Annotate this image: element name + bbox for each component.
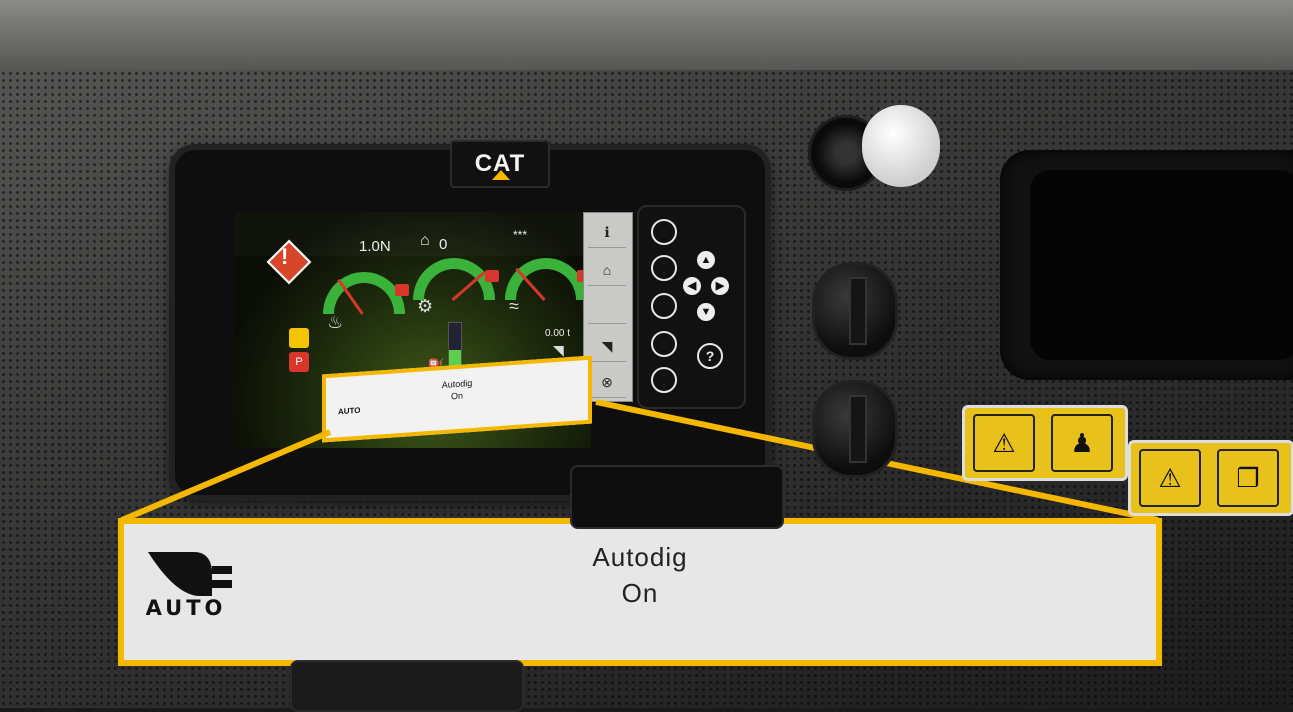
keypad-button-3[interactable]: [651, 293, 677, 319]
cab-top-trim: [0, 0, 1293, 70]
arrow-right-icon[interactable]: ▶: [711, 277, 729, 295]
info-softkey[interactable]: ℹ: [588, 217, 626, 248]
cancel-icon: ⊗: [601, 373, 613, 390]
banner-small-icon: AUTO: [338, 405, 361, 417]
arrow-down-icon[interactable]: ▼: [697, 303, 715, 321]
storage-cavity: [1030, 170, 1293, 360]
hydraulic-temp-icon: ≈: [509, 296, 519, 316]
knob-slot: [849, 277, 867, 345]
payload-value: 0.00 t: [545, 328, 571, 339]
stars-indicator: ***: [513, 228, 528, 242]
engine-rpm-icon: ⌂: [420, 232, 430, 249]
manual-book-icon: ❐: [1217, 449, 1279, 507]
cancel-softkey[interactable]: ⊗: [588, 367, 626, 398]
crush-warning-icon: ⚠: [973, 414, 1035, 472]
arrow-left-icon[interactable]: ◀: [683, 277, 701, 295]
safety-decal-2: ⚠ ❐: [1128, 440, 1293, 516]
cat-logo-triangle: [492, 170, 510, 180]
seatbelt-icon: ♟: [1051, 414, 1113, 472]
keypad-button-2[interactable]: [651, 255, 677, 281]
parking-brake-icon: P: [289, 352, 309, 372]
blank-softkey[interactable]: [588, 293, 626, 324]
help-button[interactable]: ?: [697, 343, 723, 369]
cat-logo: CAT: [450, 140, 550, 188]
keypad-button-5[interactable]: [651, 367, 677, 393]
keypad-button-4[interactable]: [651, 331, 677, 357]
coolant-temp-gauge: [323, 272, 405, 314]
knob-slot: [849, 395, 867, 463]
bucket-auto-softkey[interactable]: ◥: [588, 331, 626, 362]
transmission-temp-redzone: [485, 270, 499, 282]
gear-indicator: 1.0N: [359, 238, 391, 255]
bucket-auto-icon: ◥: [601, 337, 613, 354]
brake-icon: [289, 328, 309, 348]
wiper-front-knob[interactable]: [812, 262, 898, 360]
keypad-button-1[interactable]: [651, 219, 677, 245]
callout-title: Autodig: [592, 542, 688, 572]
monitor-keypad: ▲ ◀ ▶ ▼ ?: [637, 205, 746, 409]
lower-switch-panel: [570, 465, 784, 529]
engine-softkey[interactable]: ⌂: [588, 255, 626, 286]
wiper-rear-knob[interactable]: [812, 380, 898, 478]
transmission-temp-gauge: [413, 258, 495, 300]
info-icon: ℹ: [604, 223, 610, 240]
engine-icon: ⌂: [602, 262, 612, 278]
warning-triangle-icon: ⚠: [1139, 449, 1201, 507]
callout-state: On: [621, 578, 659, 608]
rpm-value: 0: [439, 236, 448, 253]
coolant-temp-redzone: [395, 284, 409, 296]
warning-mark-icon: !: [281, 244, 289, 269]
bottom-switch-panel: [290, 660, 524, 712]
bucket-icon: ◥: [553, 342, 564, 358]
hydraulic-temp-gauge: [505, 258, 587, 300]
coolant-temp-icon: ♨: [327, 312, 344, 332]
throttle-lock-knob[interactable]: [862, 105, 940, 187]
safety-decal-1: ⚠ ♟: [962, 405, 1128, 481]
transmission-temp-icon: ⚙: [417, 296, 434, 316]
arrow-up-icon[interactable]: ▲: [697, 251, 715, 269]
autodig-callout: AUTO Autodig On: [118, 518, 1162, 666]
